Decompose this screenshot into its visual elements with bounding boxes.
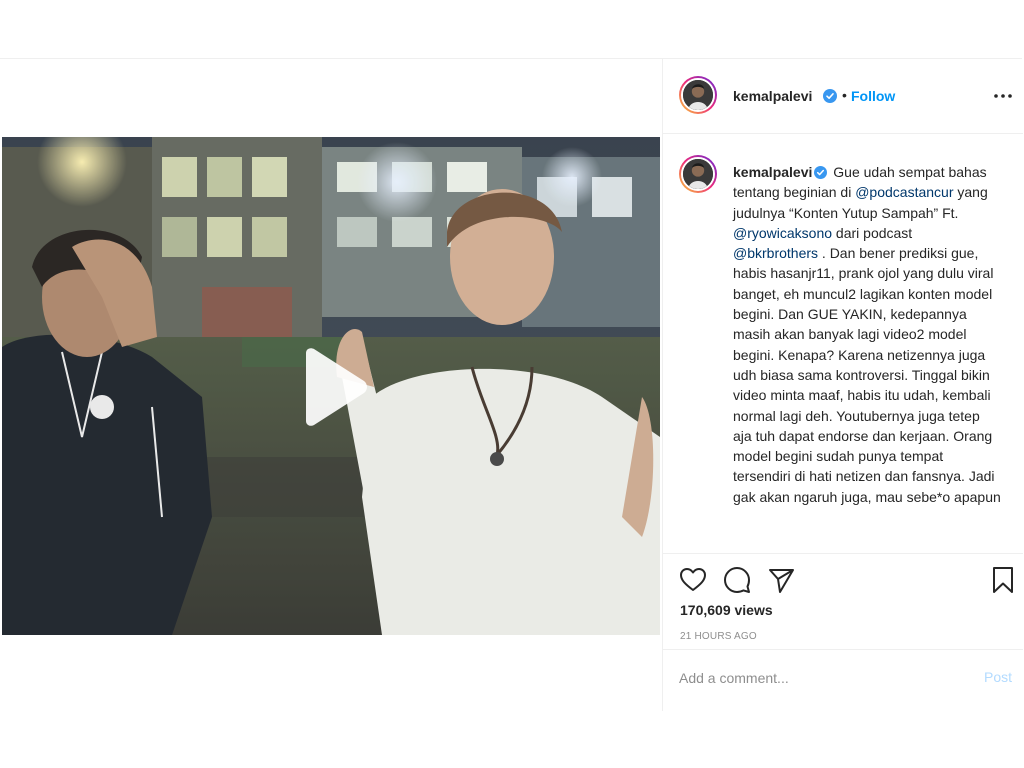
caption-avatar[interactable] bbox=[679, 155, 717, 193]
mention-link[interactable]: @bkrbrothers bbox=[733, 245, 818, 261]
verified-badge-icon bbox=[823, 89, 837, 103]
heart-icon[interactable] bbox=[679, 566, 707, 594]
caption-text: dari podcast bbox=[832, 224, 913, 241]
post-caption: kemalpalevi Gue udah sempat bahas tentan… bbox=[733, 162, 1001, 507]
caption-username[interactable]: kemalpalevi bbox=[733, 164, 812, 180]
video-player[interactable] bbox=[2, 137, 660, 635]
post-sidebar: kemalpalevi • Follow kemalpalevi Gue uda… bbox=[662, 59, 1023, 711]
mention-link[interactable]: @podcastancur bbox=[855, 184, 953, 200]
share-icon[interactable] bbox=[767, 566, 795, 594]
avatar[interactable] bbox=[679, 76, 717, 114]
instagram-post: kemalpalevi • Follow kemalpalevi Gue uda… bbox=[0, 58, 1023, 711]
play-icon[interactable] bbox=[298, 347, 370, 427]
separator-dot: • bbox=[842, 87, 847, 103]
comments-scroll-area[interactable]: kemalpalevi Gue udah sempat bahas tentan… bbox=[663, 135, 1023, 553]
follow-button[interactable]: Follow bbox=[851, 88, 895, 104]
avatar-image bbox=[683, 80, 713, 110]
caption-text: . Dan bener prediksi gue, habis hasanjr1… bbox=[733, 245, 1001, 505]
more-options-icon[interactable] bbox=[993, 92, 1013, 100]
mention-link[interactable]: @ryowicaksono bbox=[733, 225, 832, 241]
post-actions: 170,609 views 21 HOURS AGO bbox=[663, 553, 1023, 649]
post-comment-button[interactable]: Post bbox=[984, 669, 1012, 685]
post-media bbox=[0, 59, 662, 711]
verified-badge-icon bbox=[814, 166, 828, 179]
view-count[interactable]: 170,609 views bbox=[680, 602, 773, 618]
post-timestamp[interactable]: 21 HOURS AGO bbox=[680, 631, 757, 642]
avatar-image bbox=[683, 159, 713, 189]
bookmark-icon[interactable] bbox=[989, 566, 1017, 594]
comment-icon[interactable] bbox=[723, 566, 751, 594]
comment-input[interactable] bbox=[679, 667, 949, 689]
post-header: kemalpalevi • Follow bbox=[663, 59, 1023, 134]
add-comment-form: Post bbox=[663, 649, 1023, 711]
post-author-username[interactable]: kemalpalevi bbox=[733, 88, 812, 104]
